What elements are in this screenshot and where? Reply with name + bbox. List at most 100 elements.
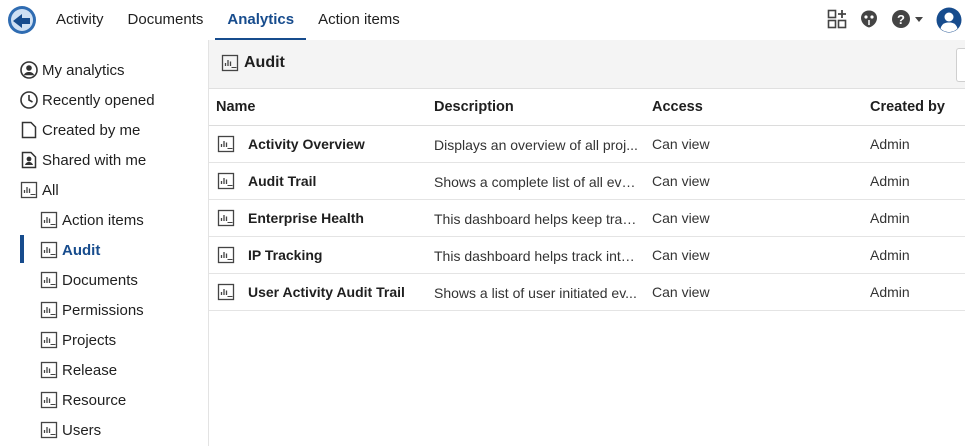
access-cell: Can view	[652, 162, 870, 200]
sidebar-item-documents[interactable]: Documents	[40, 267, 138, 293]
sidebar-item-label: Documents	[62, 271, 138, 289]
sidebar-item-users[interactable]: Users	[40, 417, 101, 443]
sidebar-item-label: Shared with me	[42, 151, 147, 169]
sidebar: My analytics Recently opened Created by …	[0, 40, 209, 446]
sidebar-item-release[interactable]: Release	[40, 357, 117, 383]
sidebar-item-label: Recently opened	[42, 91, 155, 109]
main-nav: Activity Documents Analytics Action item…	[44, 0, 412, 40]
created-by-cell: Admin	[870, 125, 965, 163]
dashboard-icon	[40, 391, 58, 409]
created-by-cell: Admin	[870, 273, 965, 311]
name-cell: User Activity Audit Trail	[209, 273, 434, 311]
page-title: Audit	[244, 54, 285, 71]
description-cell: This dashboard helps keep trac...	[434, 199, 652, 237]
clock-icon	[20, 91, 38, 109]
sidebar-item-permissions[interactable]: Permissions	[40, 297, 144, 323]
dashboard-icon	[217, 172, 235, 190]
dashboard-icon	[217, 283, 235, 301]
help-chevron-down-icon[interactable]	[915, 17, 923, 23]
created-by-cell: Admin	[870, 199, 965, 237]
sidebar-item-resource[interactable]: Resource	[40, 387, 126, 413]
active-item-indicator	[20, 235, 24, 263]
sidebar-item-label: Action items	[62, 211, 144, 229]
dashboard-icon	[40, 211, 58, 229]
dashboard-icon	[221, 54, 239, 72]
dashboard-icon	[40, 331, 58, 349]
help-icon[interactable]: ?	[891, 9, 911, 29]
sidebar-item-label: Projects	[62, 331, 117, 349]
sidebar-item-my-analytics[interactable]: My analytics	[20, 57, 125, 83]
sidebar-item-label: Resource	[62, 391, 127, 409]
sidebar-item-label: All	[42, 181, 59, 199]
sidebar-item-shared-with-me[interactable]: Shared with me	[20, 147, 146, 173]
dashboard-name[interactable]: Audit Trail	[248, 173, 316, 189]
sidebar-item-action-items[interactable]: Action items	[40, 207, 144, 233]
name-cell: Enterprise Health	[209, 199, 434, 237]
dashboard-icon	[40, 361, 58, 379]
table-row[interactable]: User Activity Audit Trail Shows a list o…	[209, 273, 965, 311]
access-cell: Can view	[652, 125, 870, 163]
dashboard-icon	[40, 421, 58, 439]
created-by-cell: Admin	[870, 236, 965, 274]
sidebar-item-label: Users	[62, 421, 102, 439]
sidebar-item-label: Created by me	[42, 121, 141, 139]
tab-action-items[interactable]: Action items	[306, 0, 412, 40]
dashboard-icon	[40, 301, 58, 319]
search-input[interactable]	[956, 48, 965, 82]
top-bar: Activity Documents Analytics Action item…	[0, 0, 965, 40]
sidebar-item-label: Permissions	[62, 301, 144, 319]
description-cell: This dashboard helps track inte...	[434, 236, 652, 274]
sidebar-item-label: Audit	[62, 241, 101, 259]
analytics-table: Name Description Access Created by Activ…	[209, 89, 965, 311]
user-avatar-icon[interactable]	[936, 7, 962, 33]
name-cell: IP Tracking	[209, 236, 434, 274]
description-cell: Shows a complete list of all eve...	[434, 162, 652, 200]
sidebar-item-label: Release	[62, 361, 118, 379]
sidebar-item-label: My analytics	[42, 61, 125, 79]
table-row[interactable]: Enterprise Health This dashboard helps k…	[209, 199, 965, 237]
add-app-icon[interactable]	[827, 9, 847, 29]
svg-text:?: ?	[897, 12, 905, 27]
description-cell: Displays an overview of all proj...	[434, 125, 652, 163]
dashboard-name[interactable]: Enterprise Health	[248, 210, 364, 226]
dashboard-icon	[40, 241, 58, 259]
column-header-description[interactable]: Description	[434, 89, 652, 126]
dashboard-name[interactable]: IP Tracking	[248, 247, 322, 263]
name-cell: Activity Overview	[209, 125, 434, 163]
sidebar-item-created-by-me[interactable]: Created by me	[20, 117, 140, 143]
dashboard-icon	[40, 271, 58, 289]
table-row[interactable]: Activity Overview Displays an overview o…	[209, 125, 965, 163]
sidebar-item-all[interactable]: All	[20, 177, 59, 203]
created-by-cell: Admin	[870, 162, 965, 200]
tab-documents[interactable]: Documents	[116, 0, 216, 40]
dashboard-icon	[20, 181, 38, 199]
table-row[interactable]: IP Tracking This dashboard helps track i…	[209, 236, 965, 274]
document-icon	[21, 121, 37, 139]
column-header-created-by[interactable]: Created by	[870, 89, 965, 126]
access-cell: Can view	[652, 273, 870, 311]
sidebar-item-audit[interactable]: Audit	[40, 237, 100, 263]
description-cell: Shows a list of user initiated ev...	[434, 273, 652, 311]
dashboard-name[interactable]: Activity Overview	[248, 136, 365, 152]
panel-header: Audit	[209, 40, 965, 89]
access-cell: Can view	[652, 199, 870, 237]
sidebar-item-projects[interactable]: Projects	[40, 327, 116, 353]
dashboard-icon	[217, 135, 235, 153]
dashboard-name[interactable]: User Activity Audit Trail	[248, 284, 405, 300]
name-cell: Audit Trail	[209, 162, 434, 200]
dashboard-icon	[217, 209, 235, 227]
dashboard-icon	[217, 246, 235, 264]
column-header-access[interactable]: Access	[652, 89, 870, 126]
table-row[interactable]: Audit Trail Shows a complete list of all…	[209, 162, 965, 200]
table-header-row: Name Description Access Created by	[209, 89, 965, 126]
column-header-name[interactable]: Name	[209, 89, 434, 126]
person-circle-icon	[20, 61, 38, 79]
shared-document-icon	[21, 151, 37, 169]
main-panel: Audit Name Description Access Created by	[209, 40, 965, 446]
tab-analytics[interactable]: Analytics	[215, 0, 307, 40]
learning-center-icon[interactable]	[859, 9, 879, 29]
app-logo-icon[interactable]	[7, 5, 37, 35]
tab-activity[interactable]: Activity	[44, 0, 116, 40]
sidebar-item-recently-opened[interactable]: Recently opened	[20, 87, 155, 113]
access-cell: Can view	[652, 236, 870, 274]
